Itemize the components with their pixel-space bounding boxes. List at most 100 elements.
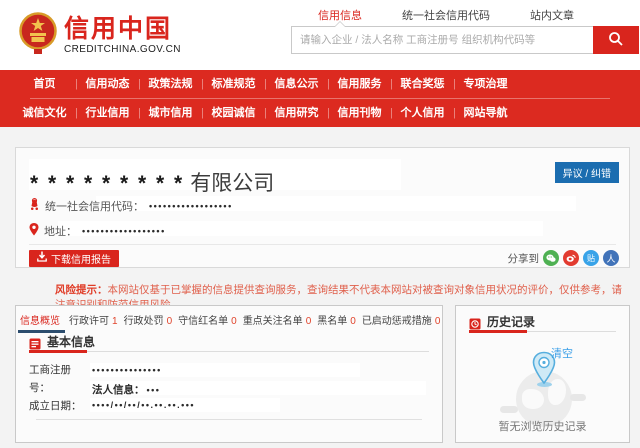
nav-item-credit-services[interactable]: 信用服务 [328, 70, 391, 98]
basic-info-section-icon [29, 337, 41, 349]
history-panel: 历史记录 清空 暂无浏览历史记录 [455, 305, 630, 443]
company-name: * * * * * * * * * 有限公司 [30, 161, 274, 198]
registration-number-label: 工商注册号： [29, 361, 77, 397]
tab-count: 0 [306, 316, 312, 327]
download-button-label: 下载信用报告 [51, 251, 111, 266]
nav-item-standards[interactable]: 标准规范 [202, 70, 265, 98]
history-section-icon [469, 317, 481, 329]
credit-code-line: 统一社会信用代码： •••••••••••••••••• [29, 198, 233, 214]
dispute-correction-button[interactable]: 异议 / 纠错 [555, 162, 619, 183]
share-group: 分享到 贴 人 [508, 250, 620, 266]
legal-person-value: ••• [147, 385, 161, 395]
share-renren-icon[interactable]: 人 [603, 250, 619, 266]
tab-label: 已启动惩戒措施 [362, 316, 432, 327]
tab-label: 守信红名单 [178, 316, 228, 327]
credit-code-badge-icon [29, 198, 40, 214]
nav-item-credit-publications[interactable]: 信用刊物 [328, 99, 391, 127]
site-logo[interactable]: 信用中国 CREDITCHINA.GOV.CN [18, 11, 181, 60]
establish-date-label: 成立日期： [29, 397, 82, 415]
legal-person-line: 法人信息：••• [92, 382, 160, 397]
history-empty-text: 暂无浏览历史记录 [456, 418, 629, 434]
location-pin-icon [29, 223, 39, 239]
tab-count: 0 [231, 316, 237, 327]
risk-notice-prefix: 风险提示： [55, 284, 108, 296]
brand-text: 信用中国 CREDITCHINA.GOV.CN [64, 16, 181, 55]
share-label: 分享到 [508, 251, 540, 266]
tab-info-overview[interactable]: 信息概览 [20, 312, 63, 327]
nav-row-2: 诚信文化 行业信用 城市信用 校园诚信 信用研究 信用刊物 个人信用 网站导航 [13, 99, 573, 127]
card-divider [29, 244, 616, 245]
search-tab-credit-code[interactable]: 统一社会信用代码 [402, 7, 490, 23]
search-tab-articles[interactable]: 站内文章 [530, 7, 574, 23]
nav-item-special-governance[interactable]: 专项治理 [454, 70, 517, 98]
search-input[interactable] [292, 27, 593, 53]
tab-redlist[interactable]: 守信红名单0 [178, 312, 237, 327]
site-name: 信用中国 [64, 16, 181, 42]
tab-label: 行政许可 [69, 316, 109, 327]
clear-history-link[interactable]: 清空 [551, 345, 573, 361]
nav-item-campus-integrity[interactable]: 校园诚信 [202, 99, 265, 127]
tab-count: 0 [167, 316, 173, 327]
section-head-line [74, 351, 429, 352]
establish-date-value: ••••/••/••/••.••.••.••• [92, 400, 195, 410]
tab-count: 0 [350, 316, 356, 327]
tab-sanctions[interactable]: 已启动惩戒措施0 [362, 312, 441, 327]
nav-item-home[interactable]: 首页 [13, 70, 76, 98]
credit-china-page: 信用中国 CREDITCHINA.GOV.CN 信用信息 统一社会信用代码 站内… [0, 0, 640, 448]
section-head-line [514, 331, 616, 332]
tab-label: 黑名单 [317, 316, 347, 327]
credit-code-label: 统一社会信用代码： [45, 198, 144, 214]
header: 信用中国 CREDITCHINA.GOV.CN 信用信息 统一社会信用代码 站内… [0, 0, 640, 70]
share-weibo-icon[interactable] [563, 250, 579, 266]
address-value: •••••••••••••••••• [82, 226, 166, 236]
main-nav: 首页 信用动态 政策法规 标准规范 信息公示 信用服务 联合奖惩 专项治理 诚信… [0, 70, 640, 127]
download-icon [37, 251, 47, 265]
company-name-masked: * * * * * * * * * [30, 172, 184, 195]
nav-item-sitemap[interactable]: 网站导航 [454, 99, 517, 127]
share-wechat-icon[interactable] [543, 250, 559, 266]
national-emblem-icon [18, 11, 58, 60]
tab-label: 信息概览 [20, 316, 60, 327]
company-card: * * * * * * * * * 有限公司 异议 / 纠错 统一社会信用代码： … [15, 147, 630, 268]
address-line: 地址： •••••••••••••••••• [29, 223, 166, 239]
rows-divider [36, 419, 422, 420]
nav-row-1: 首页 信用动态 政策法规 标准规范 信息公示 信用服务 联合奖惩 专项治理 [13, 70, 573, 98]
nav-item-city-credit[interactable]: 城市信用 [139, 99, 202, 127]
nav-item-info-publicity[interactable]: 信息公示 [265, 70, 328, 98]
result-tabs: 信息概览 行政许可1 行政处罚0 守信红名单0 重点关注名单0 黑名单0 已启动… [20, 312, 440, 327]
site-domain: CREDITCHINA.GOV.CN [64, 44, 181, 55]
company-name-suffix: 有限公司 [190, 172, 274, 195]
section-title-underline [469, 330, 527, 333]
nav-item-credit-research[interactable]: 信用研究 [265, 99, 328, 127]
history-title: 历史记录 [487, 315, 535, 329]
nav-item-joint-rewards[interactable]: 联合奖惩 [391, 70, 454, 98]
tab-count: 0 [435, 316, 441, 327]
share-tieba-icon[interactable]: 贴 [583, 250, 599, 266]
nav-item-personal-credit[interactable]: 个人信用 [391, 99, 454, 127]
registration-number-value: ••••••••••••••• [92, 365, 162, 375]
tab-blacklist[interactable]: 黑名单0 [317, 312, 356, 327]
nav-item-credit-news[interactable]: 信用动态 [76, 70, 139, 98]
credit-code-value: •••••••••••••••••• [149, 201, 233, 211]
cloud-decoration [500, 406, 518, 413]
nav-item-policies[interactable]: 政策法规 [139, 70, 202, 98]
company-detail-panel: 信息概览 行政许可1 行政处罚0 守信红名单0 重点关注名单0 黑名单0 已启动… [15, 305, 443, 443]
tab-count: 1 [112, 316, 118, 327]
address-label: 地址： [44, 223, 77, 239]
card-footer: 下载信用报告 分享到 [29, 249, 619, 267]
tab-admin-penalties[interactable]: 行政处罚0 [124, 312, 173, 327]
section-title-underline [29, 350, 87, 353]
nav-item-industry-credit[interactable]: 行业信用 [76, 99, 139, 127]
tab-watchlist[interactable]: 重点关注名单0 [243, 312, 312, 327]
search-box [291, 26, 593, 54]
tab-admin-licenses[interactable]: 行政许可1 [69, 312, 118, 327]
cloud-decoration [570, 394, 586, 401]
basic-info-title: 基本信息 [47, 335, 95, 349]
legal-person-label: 法人信息： [92, 384, 145, 396]
tab-label: 行政处罚 [124, 316, 164, 327]
nav-item-integrity-culture[interactable]: 诚信文化 [13, 99, 76, 127]
search-button[interactable] [593, 26, 639, 54]
tab-label: 重点关注名单 [243, 316, 303, 327]
search-icon [608, 31, 624, 50]
download-credit-report-button[interactable]: 下载信用报告 [29, 250, 119, 267]
